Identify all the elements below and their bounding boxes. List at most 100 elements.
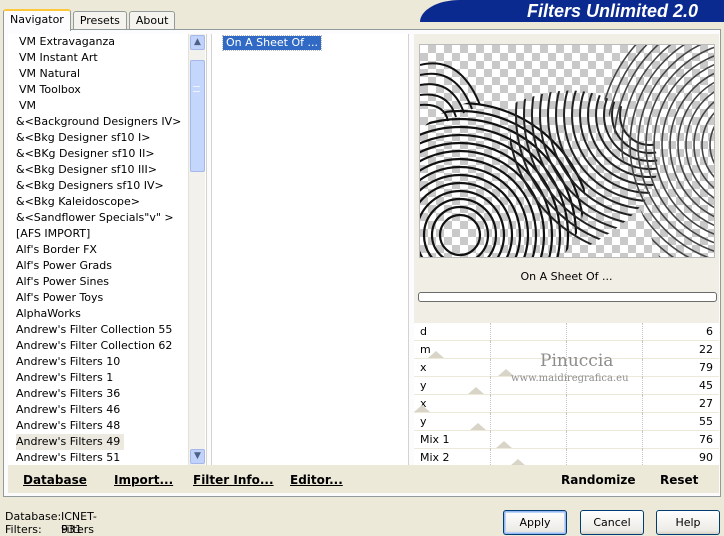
category-item[interactable]: Andrew's Filter Collection 55: [8, 322, 206, 338]
category-item[interactable]: VM Extravaganza: [8, 34, 206, 50]
slider-thumb[interactable]: [468, 387, 484, 394]
tab-presets[interactable]: Presets: [72, 11, 127, 30]
category-item-label: VM Toolbox: [19, 83, 81, 96]
slider-tick: [642, 395, 643, 413]
category-item[interactable]: VM: [8, 98, 206, 114]
parameter-value: 79: [699, 361, 713, 374]
parameter-slider[interactable]: y 55: [414, 413, 719, 431]
slider-track[interactable]: [414, 395, 719, 413]
category-item-label: &<Bkg Designer sf10 I>: [16, 131, 151, 144]
category-item[interactable]: VM Natural: [8, 66, 206, 82]
category-item[interactable]: &<BKg Designer sf10 II>: [8, 146, 206, 162]
category-list[interactable]: VM Extravaganza VM Instant Art VM Natural V…: [8, 34, 207, 465]
category-item-label: AlphaWorks: [16, 307, 81, 320]
category-item-label: Andrew's Filters 51: [16, 451, 121, 464]
category-item[interactable]: Andrew's Filters 48: [8, 418, 206, 434]
slider-thumb[interactable]: [428, 351, 444, 358]
slider-tick: [490, 413, 491, 431]
preview-artwork: [420, 45, 714, 257]
slider-tick: [642, 413, 643, 431]
scroll-down-button[interactable]: ▼: [190, 449, 205, 464]
slider-thumb[interactable]: [496, 441, 512, 448]
slider-track[interactable]: [414, 413, 719, 431]
slider-tick: [642, 341, 643, 359]
parameter-sliders: d 6 m 22 x 79 y 45 x 27 y 55 Mix 1 76 Mix 2 90: [414, 323, 719, 467]
category-item-label: Andrew's Filter Collection 55: [16, 323, 173, 336]
category-item[interactable]: VM Instant Art: [8, 50, 206, 66]
category-item[interactable]: &<Sandflower Specials"v" >: [8, 210, 206, 226]
parameter-slider[interactable]: Mix 1 76: [414, 431, 719, 449]
scroll-thumb[interactable]: [190, 60, 205, 172]
slider-tick: [642, 431, 643, 449]
parameter-value: 55: [699, 415, 713, 428]
randomize-button[interactable]: Randomize: [561, 473, 635, 487]
category-item[interactable]: &<Bkg Kaleidoscope>: [8, 194, 206, 210]
parameter-value: 6: [706, 325, 713, 338]
help-button[interactable]: Help: [656, 510, 720, 535]
slider-thumb[interactable]: [470, 423, 486, 430]
category-item[interactable]: &<Bkg Designer sf10 I>: [8, 130, 206, 146]
status-filters-value: 931: [61, 523, 82, 536]
app-title-banner: Filters Unlimited 2.0: [420, 0, 724, 22]
status-filters: Filters: 931: [5, 523, 82, 536]
slider-tick: [642, 323, 643, 341]
filter-info-button[interactable]: Filter Info...: [193, 473, 274, 487]
category-item-label: Alf's Power Toys: [16, 291, 104, 304]
parameter-slider[interactable]: x 27: [414, 395, 719, 413]
parameter-value: 27: [699, 397, 713, 410]
parameter-slider[interactable]: d6: [414, 323, 719, 341]
category-item[interactable]: Andrew's Filters 10: [8, 354, 206, 370]
editor-button[interactable]: Editor...: [290, 473, 343, 487]
category-item[interactable]: Alf's Power Grads: [8, 258, 206, 274]
filter-item-selected[interactable]: On A Sheet Of ...: [222, 35, 322, 51]
category-item[interactable]: [AFS IMPORT]: [8, 226, 206, 242]
category-item[interactable]: Andrew's Filter Collection 62: [8, 338, 206, 354]
tab-about[interactable]: About: [128, 11, 176, 30]
category-item-label: &<Bkg Designer sf10 III>: [16, 163, 158, 176]
slider-tick: [490, 359, 491, 377]
database-button[interactable]: Database: [23, 473, 87, 487]
status-database-label: Database:: [5, 510, 62, 523]
slider-tick: [566, 395, 567, 413]
parameter-label: x: [420, 361, 427, 374]
category-item[interactable]: Andrew's Filters 49: [8, 434, 206, 450]
category-item[interactable]: &<Bkg Designer sf10 III>: [8, 162, 206, 178]
category-item[interactable]: Alf's Power Sines: [8, 274, 206, 290]
slider-tick: [642, 359, 643, 377]
slider-tick: [490, 341, 491, 359]
slider-tick: [642, 377, 643, 395]
category-item-label: Andrew's Filter Collection 62: [16, 339, 173, 352]
category-item-label: Andrew's Filters 46: [16, 403, 121, 416]
apply-button[interactable]: Apply: [503, 510, 567, 535]
category-item[interactable]: Alf's Border FX: [8, 242, 206, 258]
category-item[interactable]: Andrew's Filters 1: [8, 370, 206, 386]
category-item[interactable]: Alf's Power Toys: [8, 290, 206, 306]
slider-thumb[interactable]: [414, 405, 430, 412]
filter-list[interactable]: On A Sheet Of ...: [211, 34, 409, 465]
progress-bar: [418, 292, 717, 302]
slider-tick: [490, 431, 491, 449]
category-item[interactable]: &<Bkg Designers sf10 IV>: [8, 178, 206, 194]
import-button[interactable]: Import...: [114, 473, 173, 487]
category-item-label: Alf's Border FX: [16, 243, 97, 256]
slider-tick: [490, 395, 491, 413]
parameter-value: 76: [699, 433, 713, 446]
category-item-label: VM Extravaganza: [19, 35, 116, 48]
watermark-name: Pinuccia: [540, 351, 614, 371]
category-item[interactable]: &<Background Designers IV>: [8, 114, 206, 130]
category-item[interactable]: VM Toolbox: [8, 82, 206, 98]
category-item[interactable]: Andrew's Filters 36: [8, 386, 206, 402]
category-item[interactable]: Andrew's Filters 46: [8, 402, 206, 418]
slider-track[interactable]: [414, 431, 719, 449]
cancel-button[interactable]: Cancel: [580, 510, 644, 535]
category-scrollbar[interactable]: ▲ ▼: [188, 34, 205, 465]
category-item[interactable]: Andrew's Filters 51: [8, 450, 206, 465]
scroll-up-button[interactable]: ▲: [190, 35, 205, 50]
tab-navigator[interactable]: Navigator: [3, 9, 71, 31]
reset-button[interactable]: Reset: [660, 473, 698, 487]
parameter-value: 22: [699, 343, 713, 356]
slider-tick: [566, 431, 567, 449]
slider-track[interactable]: [414, 323, 719, 341]
category-item-label: &<Sandflower Specials"v" >: [16, 211, 174, 224]
category-item[interactable]: AlphaWorks: [8, 306, 206, 322]
